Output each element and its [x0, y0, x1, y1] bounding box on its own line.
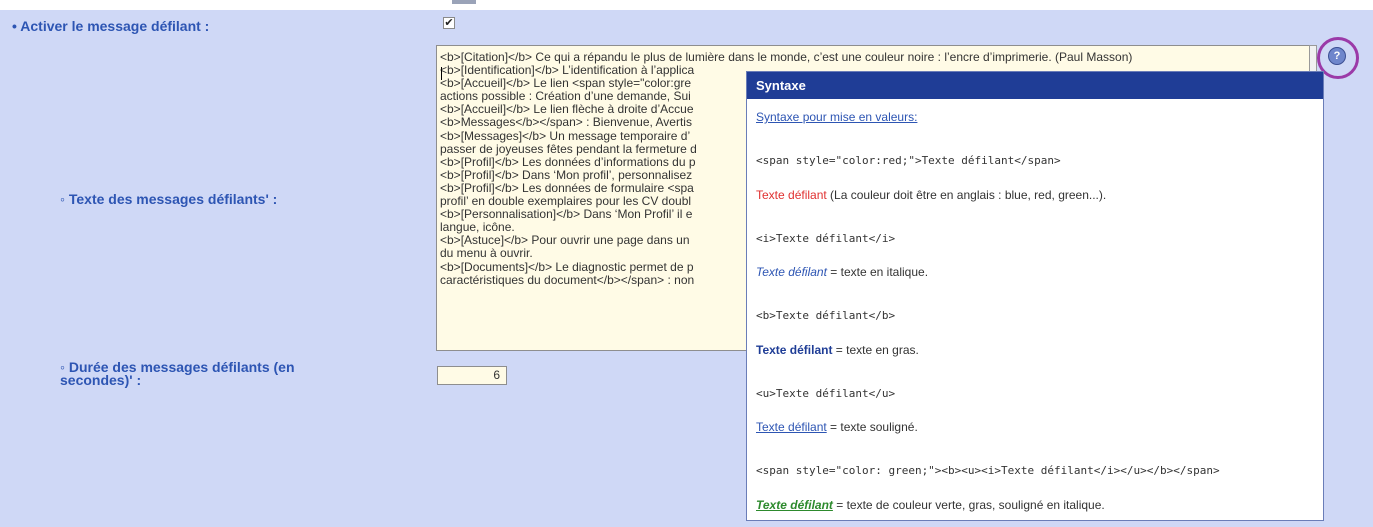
syntax-code-italic: <i>Texte défilant</i>	[756, 232, 896, 245]
example-underline-text: Texte défilant	[756, 420, 827, 434]
syntax-example-bold: Texte défilant = texte en gras.	[756, 343, 919, 357]
example-combined-text: Texte défilant	[756, 498, 833, 512]
top-divider	[452, 0, 476, 4]
example-red-text: Texte défilant	[756, 188, 827, 202]
scroll-duration-label: ◦ Durée des messages défilants (en secon…	[60, 359, 295, 388]
example-italic-note: = texte en italique.	[826, 265, 929, 279]
example-bold-note: = texte en gras.	[832, 343, 919, 357]
syntax-example-italic: Texte défilant = texte en italique.	[756, 265, 928, 279]
enable-scrolling-checkbox[interactable]: ✔	[443, 17, 455, 29]
syntax-code-color: <span style="color:red;">Texte défilant<…	[756, 154, 1061, 167]
example-italic-text: Texte défilant	[756, 265, 827, 279]
example-red-note: (La couleur doit être en anglais : blue,…	[826, 188, 1107, 202]
scrolling-texts-label: ◦ Texte des messages défilants' :	[60, 191, 278, 207]
syntax-tooltip: Syntaxe Syntaxe pour mise en valeurs: <s…	[746, 71, 1324, 521]
textarea-scrollbar[interactable]	[1309, 45, 1317, 73]
help-icon[interactable]: ?	[1328, 47, 1346, 65]
example-underline-note: = texte souligné.	[826, 420, 918, 434]
syntax-tooltip-title: Syntaxe	[747, 72, 1323, 99]
scroll-duration-input[interactable]: 6	[437, 366, 507, 385]
text-caret	[441, 67, 442, 80]
example-bold-text: Texte défilant	[756, 343, 833, 357]
enable-scrolling-label: • Activer le message défilant :	[12, 18, 210, 34]
syntax-code-combined: <span style="color: green;"><b><u><i>Tex…	[756, 464, 1220, 477]
syntax-example-color: Texte défilant (La couleur doit être en …	[756, 188, 1106, 202]
syntax-intro: Syntaxe pour mise en valeurs:	[756, 110, 918, 124]
syntax-code-bold: <b>Texte défilant</b>	[756, 309, 896, 322]
example-combined-note: = texte de couleur verte, gras, souligné…	[832, 498, 1105, 512]
syntax-example-combined: Texte défilant = texte de couleur verte,…	[756, 498, 1105, 512]
syntax-code-underline: <u>Texte défilant</u>	[756, 387, 896, 400]
syntax-example-underline: Texte défilant = texte souligné.	[756, 420, 918, 434]
